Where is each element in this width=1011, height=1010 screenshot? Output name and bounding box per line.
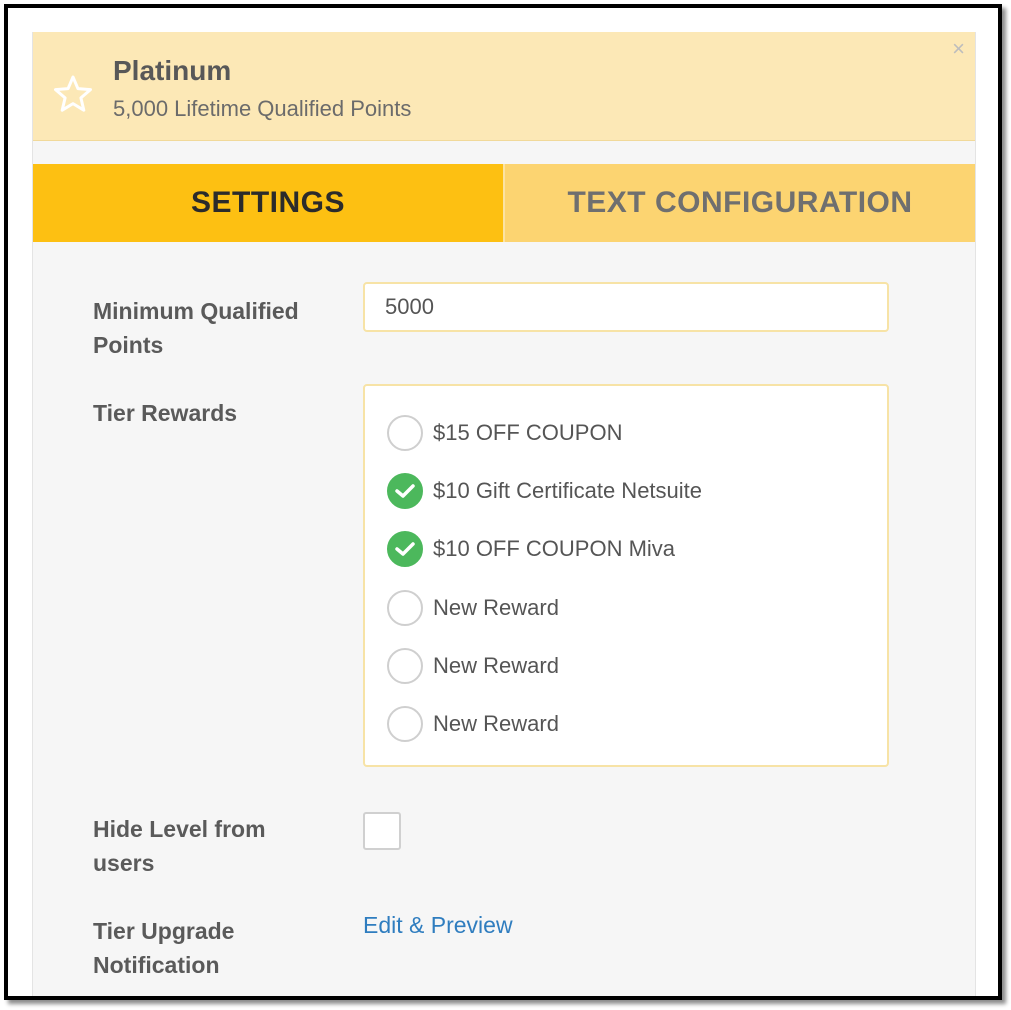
reward-option[interactable]: New Reward: [387, 646, 559, 686]
reward-radio-checked[interactable]: [387, 531, 423, 567]
reward-radio[interactable]: [387, 415, 423, 451]
reward-radio[interactable]: [387, 706, 423, 742]
upgrade-notification-label: Tier Upgrade Notification: [93, 918, 235, 978]
checkmark-icon: [395, 484, 415, 498]
reward-label: New Reward: [433, 595, 559, 620]
reward-radio[interactable]: [387, 590, 423, 626]
min-points-input[interactable]: 5000: [363, 282, 889, 332]
reward-option[interactable]: $15 OFF COUPON: [387, 413, 622, 453]
tab-text-configuration[interactable]: TEXT CONFIGURATION: [503, 164, 975, 242]
reward-label: $10 Gift Certificate Netsuite: [433, 478, 703, 503]
reward-option[interactable]: New Reward: [387, 704, 559, 744]
checkmark-icon: [395, 542, 415, 556]
tier-rewards-label: Tier Rewards: [93, 400, 238, 426]
reward-label: New Reward: [433, 711, 559, 736]
tier-header: Platinum 5,000 Lifetime Qualified Points…: [33, 32, 975, 141]
reward-radio[interactable]: [387, 648, 423, 684]
screenshot-frame: Platinum 5,000 Lifetime Qualified Points…: [4, 4, 1002, 1000]
reward-option[interactable]: $10 Gift Certificate Netsuite: [387, 471, 702, 511]
reward-radio-checked[interactable]: [387, 473, 423, 509]
reward-label: $15 OFF COUPON: [433, 420, 623, 445]
tier-rewards-list: $15 OFF COUPON $10 Gift Certificate Nets…: [363, 384, 889, 767]
min-points-label: Minimum Qualified Points: [93, 298, 299, 358]
star-icon: [54, 75, 92, 112]
hide-level-checkbox[interactable]: [363, 812, 401, 850]
hide-level-label: Hide Level from users: [93, 816, 266, 876]
reward-label: $10 OFF COUPON Miva: [433, 536, 676, 561]
tab-settings[interactable]: SETTINGS: [33, 164, 503, 242]
reward-option[interactable]: New Reward: [387, 588, 559, 628]
tier-name: Platinum: [113, 55, 232, 86]
tier-settings-panel: Platinum 5,000 Lifetime Qualified Points…: [32, 32, 976, 996]
tier-points-subtitle: 5,000 Lifetime Qualified Points: [113, 96, 412, 121]
reward-option[interactable]: $10 OFF COUPON Miva: [387, 529, 675, 569]
tab-bar: SETTINGS TEXT CONFIGURATION: [33, 164, 975, 242]
close-icon[interactable]: ×: [952, 38, 965, 60]
reward-label: New Reward: [433, 653, 559, 678]
edit-preview-link[interactable]: Edit & Preview: [363, 912, 513, 939]
